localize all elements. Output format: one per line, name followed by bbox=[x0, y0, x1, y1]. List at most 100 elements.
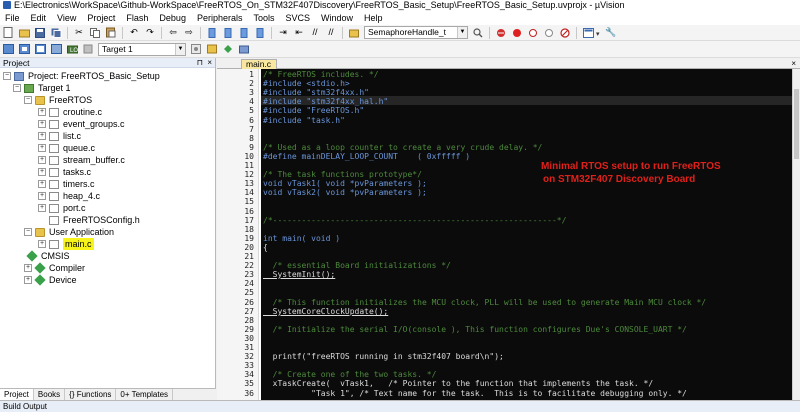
bookmark-icon[interactable] bbox=[206, 27, 219, 39]
download-icon[interactable]: LOAD bbox=[66, 43, 79, 55]
breakpoint-disable-icon[interactable] bbox=[527, 27, 540, 39]
find-combo[interactable]: SemaphoreHandle_t ▼ bbox=[364, 26, 468, 39]
back-icon[interactable]: ⇦ bbox=[167, 27, 180, 39]
collapse-icon[interactable]: − bbox=[24, 96, 32, 104]
tree-cmsis[interactable]: CMSIS bbox=[26, 250, 70, 262]
tab-templates[interactable]: 0+ Templates bbox=[116, 389, 174, 400]
tab-main-c[interactable]: main.c bbox=[241, 59, 277, 69]
copy-icon[interactable] bbox=[89, 27, 102, 39]
collapse-icon[interactable]: − bbox=[3, 72, 11, 80]
scrollbar-thumb[interactable] bbox=[794, 89, 799, 159]
breakpoint-kill-icon[interactable] bbox=[543, 27, 556, 39]
debug-icon[interactable] bbox=[495, 27, 508, 39]
window-view-icon[interactable]: ▾ bbox=[582, 27, 602, 39]
menu-window[interactable]: Window bbox=[316, 11, 359, 25]
expand-icon[interactable]: + bbox=[38, 156, 46, 164]
code-area[interactable]: 1 2 3 4 5 6 7 8 9 10 11 12 13 14 15 16 17 18 19 20 21 22 23 24 2… bbox=[217, 69, 792, 400]
tree-file[interactable]: + stream_buffer.c bbox=[38, 154, 125, 166]
indent-icon[interactable]: ⇥ bbox=[277, 27, 290, 39]
pin-icon[interactable]: ⊓ bbox=[197, 58, 203, 68]
tab-books[interactable]: Books bbox=[34, 389, 66, 400]
expand-icon[interactable]: + bbox=[38, 204, 46, 212]
menu-project[interactable]: Project bbox=[82, 11, 121, 25]
file-extensions-icon[interactable] bbox=[206, 43, 219, 55]
expand-icon[interactable]: + bbox=[38, 192, 46, 200]
expand-icon[interactable]: + bbox=[38, 240, 46, 248]
find-icon[interactable] bbox=[472, 27, 485, 39]
menu-debug[interactable]: Debug bbox=[154, 11, 192, 25]
tree-group-freertos[interactable]: − FreeRTOS bbox=[24, 94, 92, 106]
tree-file[interactable]: + croutine.c bbox=[38, 106, 102, 118]
close-icon[interactable]: × bbox=[207, 58, 212, 68]
pack-installer-icon[interactable] bbox=[238, 43, 251, 55]
menu-svcs[interactable]: SVCS bbox=[281, 11, 317, 25]
menu-view[interactable]: View bbox=[52, 11, 82, 25]
expand-icon[interactable]: + bbox=[38, 144, 46, 152]
menu-file[interactable]: File bbox=[0, 11, 26, 25]
menu-edit[interactable]: Edit bbox=[26, 11, 53, 25]
tab-project[interactable]: Project bbox=[0, 389, 34, 400]
bookmark-prev-icon[interactable] bbox=[222, 27, 235, 39]
save-icon[interactable] bbox=[34, 27, 47, 39]
menu-help[interactable]: Help bbox=[359, 11, 389, 25]
tree-file[interactable]: + port.c bbox=[38, 202, 86, 214]
paste-icon[interactable] bbox=[105, 27, 118, 39]
cut-icon[interactable]: ✂ bbox=[73, 27, 86, 39]
bookmark-clear-icon[interactable] bbox=[254, 27, 267, 39]
tree-file[interactable]: FreeRTOSConfig.h bbox=[49, 214, 140, 226]
target-options-icon[interactable] bbox=[190, 43, 203, 55]
target-combo[interactable]: Target 1 ▼ bbox=[98, 42, 186, 56]
wrench-icon[interactable]: 🔧 bbox=[605, 27, 618, 39]
tree-target[interactable]: − Target 1 bbox=[13, 82, 71, 94]
translate-icon[interactable] bbox=[2, 43, 15, 55]
undo-icon[interactable]: ↶ bbox=[128, 27, 141, 39]
vertical-scrollbar[interactable] bbox=[792, 69, 800, 400]
tree-file[interactable]: + tasks.c bbox=[38, 166, 91, 178]
tree-file[interactable]: + event_groups.c bbox=[38, 118, 125, 130]
expand-icon[interactable]: + bbox=[38, 120, 46, 128]
bookmark-next-icon[interactable] bbox=[238, 27, 251, 39]
close-icon[interactable]: × bbox=[791, 58, 796, 69]
tree-file[interactable]: + timers.c bbox=[38, 178, 95, 190]
tree-device[interactable]: + Device bbox=[24, 274, 77, 286]
menu-tools[interactable]: Tools bbox=[248, 11, 280, 25]
expand-icon[interactable]: + bbox=[38, 108, 46, 116]
menu-flash[interactable]: Flash bbox=[121, 11, 154, 25]
comment-icon[interactable]: // bbox=[309, 27, 322, 39]
tree-project[interactable]: − Project: FreeRTOS_Basic_Setup bbox=[3, 70, 160, 82]
build-icon[interactable] bbox=[18, 43, 31, 55]
menu-peripherals[interactable]: Peripherals bbox=[192, 11, 249, 25]
tree-group-user-application[interactable]: − User Application bbox=[24, 226, 114, 238]
open-icon[interactable] bbox=[18, 27, 31, 39]
forward-icon[interactable]: ⇨ bbox=[183, 27, 196, 39]
chevron-down-icon[interactable]: ▼ bbox=[175, 43, 185, 55]
unindent-icon[interactable]: ⇤ bbox=[293, 27, 306, 39]
expand-icon[interactable]: + bbox=[38, 180, 46, 188]
rebuild-icon[interactable] bbox=[34, 43, 47, 55]
tree-compiler[interactable]: + Compiler bbox=[24, 262, 85, 274]
chevron-down-icon[interactable]: ▼ bbox=[457, 27, 467, 38]
tree-file[interactable]: + queue.c bbox=[38, 142, 95, 154]
expand-icon[interactable]: + bbox=[24, 276, 32, 284]
tree-file[interactable]: + list.c bbox=[38, 130, 81, 142]
batch-build-icon[interactable] bbox=[50, 43, 63, 55]
save-all-icon[interactable] bbox=[50, 27, 63, 39]
tab-functions[interactable]: {} Functions bbox=[65, 389, 117, 400]
stop-build-icon[interactable] bbox=[82, 43, 95, 55]
tree-file[interactable]: + heap_4.c bbox=[38, 190, 100, 202]
find-in-files-icon[interactable] bbox=[348, 27, 361, 39]
code-text-area[interactable]: Minimal RTOS setup to run FreeRTOS on ST… bbox=[261, 69, 792, 400]
expand-icon[interactable]: + bbox=[24, 264, 32, 272]
new-file-icon[interactable] bbox=[2, 27, 15, 39]
expand-icon[interactable]: + bbox=[38, 168, 46, 176]
expand-icon[interactable]: + bbox=[38, 132, 46, 140]
redo-icon[interactable]: ↷ bbox=[144, 27, 157, 39]
tree-label: tasks.c bbox=[63, 167, 92, 177]
breakpoint-icon[interactable] bbox=[511, 27, 524, 39]
stop-icon[interactable] bbox=[559, 27, 572, 39]
uncomment-icon[interactable]: // bbox=[325, 27, 338, 39]
manage-rte-icon[interactable] bbox=[222, 43, 235, 55]
tree-file-main[interactable]: + main.c bbox=[38, 238, 94, 250]
collapse-icon[interactable]: − bbox=[24, 228, 32, 236]
collapse-icon[interactable]: − bbox=[13, 84, 21, 92]
